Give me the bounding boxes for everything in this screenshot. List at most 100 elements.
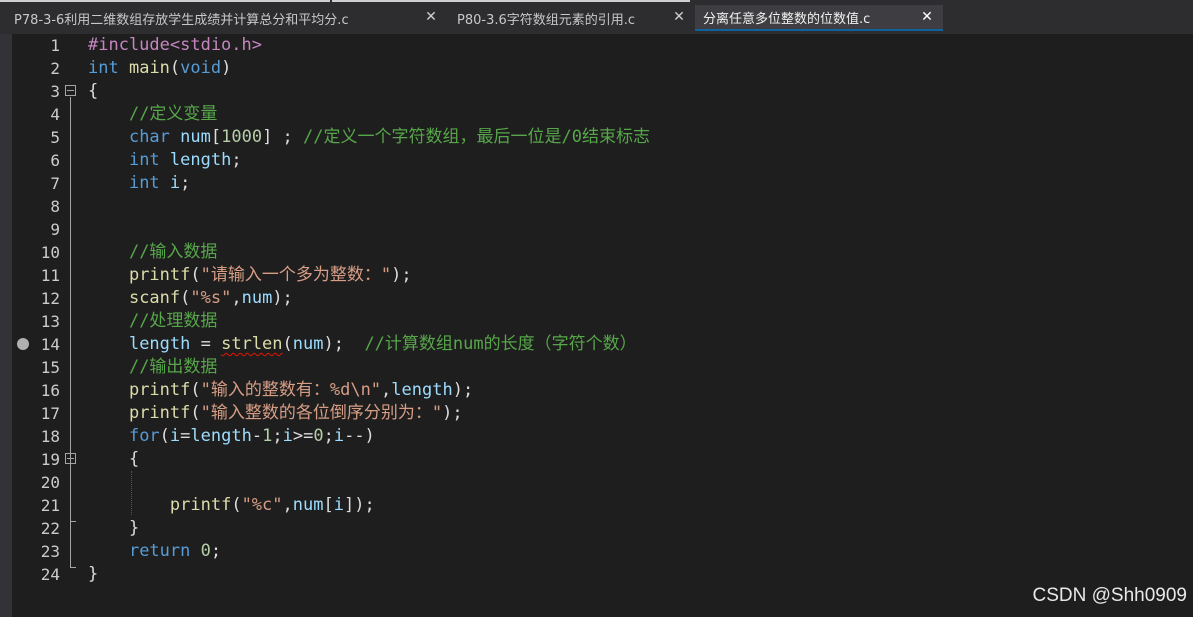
code-line[interactable]: 1 #include<stdio.h> [0, 34, 1193, 57]
line-number: 9 [50, 220, 60, 239]
code-editor[interactable]: 1 #include<stdio.h> 2 int main(void) 3{4 //定… [0, 34, 1193, 617]
punctuation-token: , [381, 380, 392, 400]
keyword-token: int [128, 150, 160, 170]
code-line[interactable]: 12 scanf("%s",num); [0, 287, 1193, 310]
punctuation-token: ; [231, 150, 242, 170]
tab-file-active[interactable]: 分离任意多位整数的位数值.c ✕ [695, 5, 943, 31]
code-text[interactable]: printf("输入整数的各位倒序分别为："); [88, 402, 463, 425]
punctuation-token: ; [210, 541, 222, 561]
code-line[interactable]: 18 for(i=length-1;i>=0;i--) [0, 425, 1193, 448]
code-line[interactable]: 23 return 0; [0, 540, 1193, 563]
close-icon[interactable]: ✕ [919, 9, 935, 25]
code-line[interactable]: 14 length = strlen(num); //计算数组num的长度（字符… [0, 333, 1193, 356]
code-text[interactable]: char num[1000] ; //定义一个字符数组，最后一位是/0结束标志 [88, 126, 650, 149]
tab-label: 分离任意多位整数的位数值.c [703, 11, 871, 27]
keyword-token: return [128, 541, 191, 561]
line-number: 11 [40, 266, 60, 285]
collapse-toggle-for[interactable] [65, 453, 76, 464]
code-line[interactable]: 7 int i; [0, 172, 1193, 195]
punctuation-token: } [88, 564, 99, 584]
code-line[interactable]: 13 //处理数据 [0, 310, 1193, 333]
identifier-token: i [169, 426, 181, 446]
code-line[interactable]: 16 printf("输入的整数有：%d\n",length); [0, 379, 1193, 402]
punctuation-token: - [251, 426, 263, 446]
code-text[interactable]: { [88, 448, 139, 471]
code-text[interactable]: return 0; [88, 540, 221, 563]
function-token: printf [169, 495, 232, 515]
punctuation-token: ( [190, 403, 201, 423]
code-text[interactable]: int main(void) [88, 57, 231, 80]
breakpoint-icon[interactable] [17, 338, 29, 350]
code-line[interactable]: 10 //输入数据 [0, 241, 1193, 264]
line-number: 16 [40, 381, 60, 400]
punctuation-token: --) [344, 426, 375, 446]
code-line[interactable]: 11 printf("请输入一个多为整数："); [0, 264, 1193, 287]
line-number: 12 [40, 289, 60, 308]
close-icon[interactable]: ✕ [671, 9, 687, 25]
line-number: 22 [40, 519, 60, 538]
code-line[interactable]: 2 int main(void) [0, 57, 1193, 80]
punctuation-token [88, 403, 129, 423]
line-number: 21 [40, 496, 60, 515]
tab-file-p78[interactable]: P78-3-6利用二维数组存放学生成绩并计算总分和平均分.c ✕ [0, 5, 447, 31]
code-text[interactable]: #include<stdio.h> [88, 34, 262, 57]
code-line[interactable]: 3{ [0, 80, 1193, 103]
code-text[interactable]: printf("请输入一个多为整数："); [88, 264, 412, 287]
keyword-token: char [128, 127, 170, 147]
punctuation-token: ); [272, 288, 293, 308]
code-line[interactable]: 9 [0, 218, 1193, 241]
code-text[interactable]: //处理数据 [88, 310, 217, 333]
function-token: printf [128, 403, 191, 423]
collapse-toggle-main[interactable] [65, 85, 76, 96]
code-line[interactable]: 20 [0, 471, 1193, 494]
code-text[interactable]: } [88, 563, 98, 586]
code-text[interactable]: for(i=length-1;i>=0;i--) [88, 425, 375, 448]
identifier-token: i [169, 173, 181, 193]
code-text[interactable]: int i; [88, 172, 190, 195]
code-line[interactable]: 22 } [0, 517, 1193, 540]
punctuation-token: ]); [343, 495, 375, 515]
code-text[interactable]: { [88, 80, 98, 103]
close-icon[interactable]: ✕ [423, 9, 439, 25]
code-text[interactable]: scanf("%s",num); [88, 287, 293, 310]
identifier-token: length [128, 334, 191, 354]
punctuation-token: [ [323, 495, 334, 515]
punctuation-token: = [190, 334, 222, 354]
code-text[interactable]: } [88, 517, 139, 540]
line-number: 7 [50, 174, 60, 193]
keyword-token: int [88, 58, 119, 78]
tab-bar: P78-3-6利用二维数组存放学生成绩并计算总分和平均分.c ✕ P80-3.6… [0, 0, 1193, 34]
string-token: "输入的整数有：%d\n" [200, 380, 382, 400]
fold-end-for [70, 521, 76, 522]
code-text[interactable]: int length; [88, 149, 242, 172]
code-text[interactable]: //定义变量 [88, 103, 217, 126]
string-token: "输入整数的各位倒序分别为：" [200, 403, 443, 423]
tab-file-p80[interactable]: P80-3.6字符数组元素的引用.c ✕ [447, 5, 695, 31]
identifier-token: num [180, 127, 211, 147]
code-line[interactable]: 8 [0, 195, 1193, 218]
comment-token: //定义变量 [128, 104, 218, 124]
code-line[interactable]: 4 //定义变量 [0, 103, 1193, 126]
tab-label: P78-3-6利用二维数组存放学生成绩并计算总分和平均分.c [14, 12, 349, 28]
code-text[interactable]: //输出数据 [88, 356, 217, 379]
comment-token: //定义一个字符数组，最后一位是/0结束标志 [303, 127, 650, 147]
line-number: 1 [50, 36, 60, 55]
code-line[interactable]: 17 printf("输入整数的各位倒序分别为："); [0, 402, 1193, 425]
number-token: 0 [200, 541, 211, 561]
identifier-token: i [333, 426, 345, 446]
punctuation-token: = [180, 426, 191, 446]
function-token: printf [128, 380, 191, 400]
code-line[interactable]: 21 printf("%c",num[i]); [0, 494, 1193, 517]
fold-guide-main [70, 97, 71, 567]
code-text[interactable]: length = strlen(num); //计算数组num的长度（字符个数） [88, 333, 637, 356]
identifier-token: num [292, 495, 324, 515]
code-line[interactable]: 6 int length; [0, 149, 1193, 172]
code-line[interactable]: 19 { [0, 448, 1193, 471]
line-number: 15 [40, 358, 60, 377]
code-text[interactable]: printf("输入的整数有：%d\n",length); [88, 379, 473, 402]
code-text[interactable]: //输入数据 [88, 241, 217, 264]
code-line[interactable]: 24} [0, 563, 1193, 586]
code-line[interactable]: 15 //输出数据 [0, 356, 1193, 379]
code-line[interactable]: 5 char num[1000] ; //定义一个字符数组，最后一位是/0结束标… [0, 126, 1193, 149]
line-number: 20 [40, 473, 60, 492]
